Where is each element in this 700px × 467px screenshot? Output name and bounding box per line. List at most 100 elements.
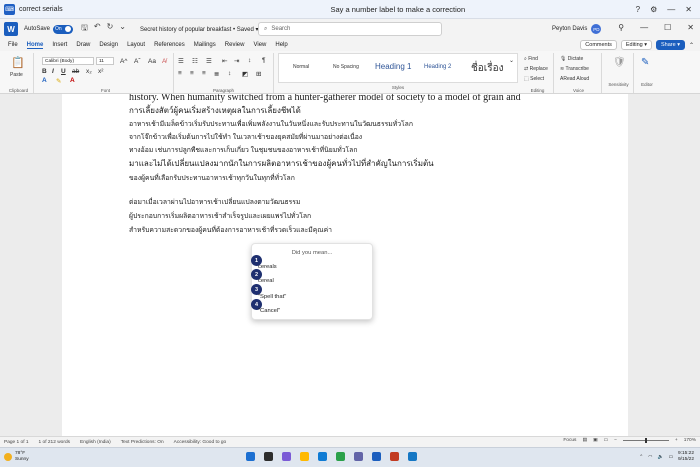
- bullets-icon[interactable]: ☰: [178, 57, 184, 65]
- share-button[interactable]: Share ▾: [656, 40, 685, 50]
- close-icon[interactable]: ✕: [685, 5, 692, 14]
- doc-line-4[interactable]: จากโจ๊กข้าวเพื่อเริ่มต้นการไปใช้ทำ ในเวล…: [129, 131, 569, 142]
- spell-that-option[interactable]: 4 "Spell that": [251, 294, 286, 310]
- file-explorer-icon[interactable]: [300, 452, 309, 461]
- doc-line-2[interactable]: การเลี้ยงสัตว์ผู้คนเริ่มสร้างเหตุผลในการ…: [129, 104, 569, 117]
- text-effects-icon[interactable]: A: [42, 77, 47, 84]
- read-mode-icon[interactable]: ▤: [582, 438, 587, 443]
- zoom-in-icon[interactable]: +: [675, 438, 678, 443]
- help-icon[interactable]: ?: [636, 5, 640, 14]
- suggestion-option-1[interactable]: 1 cereals: [251, 255, 277, 270]
- change-case-icon[interactable]: Aa: [148, 58, 156, 65]
- volume-icon[interactable]: 🔈: [657, 455, 663, 460]
- strikethrough-button[interactable]: ab: [72, 68, 79, 75]
- line-spacing-icon[interactable]: ↕: [228, 70, 231, 77]
- tab-help[interactable]: Help: [275, 42, 287, 48]
- doc-line-5[interactable]: ทางอ้อม เช่นการปลูกพืชและการเก็บเกี่ยว ใ…: [129, 144, 569, 155]
- comments-button[interactable]: Comments: [580, 40, 617, 50]
- sort-icon[interactable]: ↕: [248, 57, 251, 64]
- justify-icon[interactable]: ≣: [214, 70, 219, 78]
- underline-button[interactable]: U: [61, 68, 66, 75]
- font-name-select[interactable]: Calibri (Body): [42, 57, 94, 65]
- tab-view[interactable]: View: [253, 42, 266, 48]
- coauthoring-icon[interactable]: ⚲: [618, 23, 624, 32]
- doc-line-9[interactable]: ผู้ประกอบการเริ่มผลิตอาหารเช้าสำเร็จรูปแ…: [129, 210, 569, 221]
- search-taskbar-icon[interactable]: [264, 452, 273, 461]
- chat-icon[interactable]: [354, 452, 363, 461]
- cancel-option[interactable]: "Cancel": [258, 308, 280, 314]
- start-icon[interactable]: [246, 452, 255, 461]
- subscript-button[interactable]: x₂: [86, 68, 92, 75]
- highlight-icon[interactable]: ✎: [56, 77, 61, 85]
- page-count[interactable]: Page 1 of 1: [4, 440, 29, 445]
- read-aloud-button[interactable]: ARead Aloud: [560, 76, 589, 82]
- font-size-select[interactable]: 11: [96, 57, 114, 65]
- doc-line-8[interactable]: ต่อมาเมื่อเวลาผ่านไปอาหารเช้าเปลี่ยนแปลง…: [129, 196, 569, 207]
- style-heading-2[interactable]: Heading 2: [424, 64, 451, 70]
- align-center-icon[interactable]: ≡: [190, 70, 194, 77]
- tab-file[interactable]: File: [8, 42, 18, 48]
- styles-scroll-icon[interactable]: ⌄: [509, 57, 514, 64]
- web-layout-icon[interactable]: ▭: [604, 438, 609, 443]
- wifi-icon[interactable]: ◠: [648, 455, 652, 460]
- teams-icon[interactable]: [282, 452, 291, 461]
- autosave-switch[interactable]: On: [53, 24, 74, 34]
- shading-icon[interactable]: ◩: [242, 70, 248, 78]
- font-color-icon[interactable]: A: [70, 77, 75, 84]
- clock[interactable]: 9:15:22 9/15/22: [678, 451, 694, 463]
- style-normal[interactable]: Normal: [293, 64, 309, 70]
- redo-icon[interactable]: ↻: [107, 22, 114, 36]
- text-predictions-status[interactable]: Text Predictions: On: [121, 440, 164, 445]
- print-layout-icon[interactable]: ▣: [593, 438, 598, 443]
- style-heading-1[interactable]: Heading 1: [375, 62, 411, 71]
- align-right-icon[interactable]: ≡: [202, 70, 206, 77]
- outlook-icon[interactable]: [408, 452, 417, 461]
- paste-icon[interactable]: 📋: [11, 56, 25, 69]
- tab-home[interactable]: Home: [26, 42, 44, 49]
- number-label-1[interactable]: 1: [251, 255, 262, 266]
- doc-line-6[interactable]: มาและไม่ได้เปลี่ยนแปลงมากนักในการผลิตอาห…: [129, 157, 569, 170]
- borders-icon[interactable]: ⊞: [256, 70, 261, 78]
- show-marks-icon[interactable]: ¶: [262, 57, 266, 64]
- weather-widget[interactable]: 78°F Sunny: [4, 451, 29, 462]
- edge-icon[interactable]: [318, 452, 327, 461]
- editing-mode-button[interactable]: Editing ▾: [620, 40, 652, 50]
- battery-icon[interactable]: ▭: [668, 455, 673, 460]
- settings-gear-icon[interactable]: ⚙: [650, 5, 657, 14]
- zoom-level[interactable]: 170%: [684, 438, 696, 443]
- style-no-spacing[interactable]: No Spacing: [333, 64, 359, 70]
- style-title[interactable]: ชื่อเรื่อง: [471, 61, 503, 76]
- styles-gallery[interactable]: Normal No Spacing Heading 1 Heading 2 ชื…: [278, 53, 518, 83]
- ribbon-collapse-icon[interactable]: ⌃: [689, 42, 694, 49]
- minimize-icon[interactable]: —: [667, 5, 675, 14]
- tab-review[interactable]: Review: [225, 42, 245, 48]
- doc-line-3[interactable]: อาหารเช้ามีเมล็ดข้าวเริ่มรับประทานเพื่อเ…: [129, 118, 569, 129]
- tab-draw[interactable]: Draw: [76, 42, 90, 48]
- increase-indent-icon[interactable]: ⇥: [234, 57, 239, 65]
- doc-line-10[interactable]: สำหรับความสะดวกของผู้คนที่ต้องการอาหารเช…: [129, 224, 569, 235]
- grow-font-icon[interactable]: A^: [120, 58, 127, 65]
- powerpoint-icon[interactable]: [390, 452, 399, 461]
- language-status[interactable]: English (India): [80, 440, 111, 445]
- accessibility-status[interactable]: Accessibility: Good to go: [174, 440, 227, 445]
- zoom-out-icon[interactable]: −: [614, 438, 617, 443]
- tab-references[interactable]: References: [154, 42, 185, 48]
- find-button[interactable]: ⌕ Find: [524, 56, 538, 62]
- save-icon[interactable]: 🖫: [81, 22, 88, 36]
- doc-line-1[interactable]: history. When humanity switched from a h…: [129, 94, 569, 103]
- focus-button[interactable]: Focus: [563, 438, 576, 443]
- word-taskbar-icon[interactable]: [372, 452, 381, 461]
- window-maximize-icon[interactable]: ☐: [664, 23, 671, 32]
- numbering-icon[interactable]: ☷: [192, 57, 198, 65]
- suggestion-option-2[interactable]: 2 cereal: [251, 269, 274, 284]
- window-minimize-icon[interactable]: —: [640, 23, 648, 32]
- multilevel-list-icon[interactable]: ☰: [206, 57, 212, 65]
- tab-layout[interactable]: Layout: [127, 42, 145, 48]
- paste-button[interactable]: Paste: [10, 72, 23, 78]
- user-account[interactable]: Peyton Davis PD: [552, 24, 602, 34]
- transcribe-button[interactable]: ≋ Transcribe: [560, 66, 589, 72]
- tray-chevron-icon[interactable]: ⌃: [639, 455, 643, 460]
- undo-icon[interactable]: ↶: [94, 22, 101, 36]
- select-button[interactable]: ⬚ Select: [524, 76, 544, 82]
- customize-chevron-icon[interactable]: ⌄: [119, 22, 126, 36]
